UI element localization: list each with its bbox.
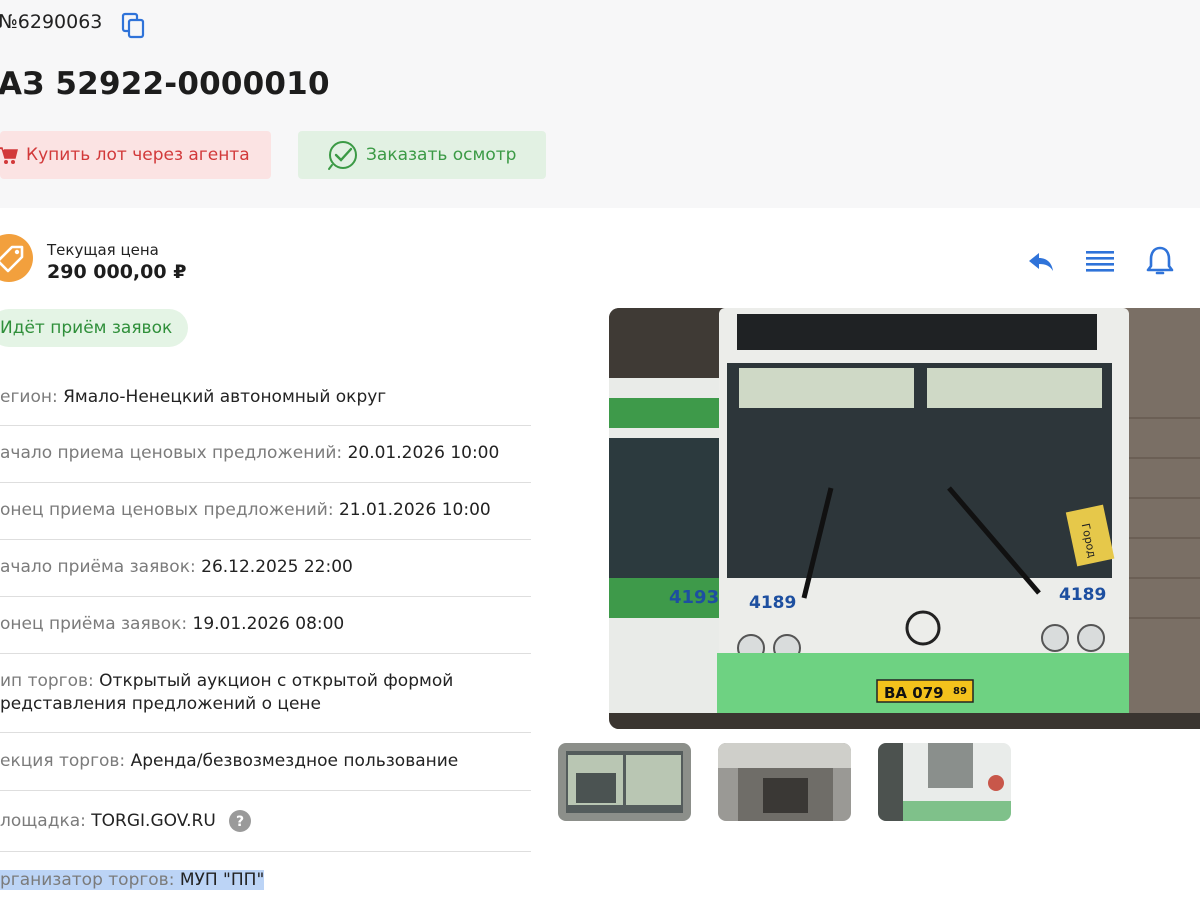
detail-key: онец приема ценовых предложений: [0,500,334,520]
detail-value: 26.12.2025 22:00 [201,557,353,577]
detail-value: Ямало-Ненецкий автономный округ [63,387,387,407]
detail-organizer: рганизатор торгов: МУП "ПП" [0,852,531,902]
lot-header: №6290063 АЗ 52922-0000010 Купить лот чер… [0,0,1200,208]
lot-main-photo[interactable]: 4193 Город 4189 4189 ВА 079 89 [609,308,1200,729]
thumbnail-1[interactable] [558,743,691,821]
photo-plate-region: 89 [953,686,967,697]
price-tag-icon [0,234,33,282]
detail-bid-start: ачало приема ценовых предложений: 20.01.… [0,426,531,483]
buy-via-agent-button[interactable]: Купить лот через агента [0,131,271,179]
detail-value: 20.01.2026 10:00 [347,443,500,463]
detail-value: 19.01.2026 08:00 [192,614,345,634]
copy-icon[interactable] [121,12,147,40]
help-icon[interactable]: ? [229,810,252,832]
detail-application-start: ачало приёма заявок: 26.12.2025 22:00 [0,540,531,597]
order-inspection-button[interactable]: Заказать осмотр [298,131,546,179]
detail-value: 21.01.2026 10:00 [338,500,491,520]
detail-key: егион: [0,387,58,407]
status-badge: Идёт приём заявок [0,309,189,347]
detail-value: Открытый аукцион с открытой формой [99,671,454,691]
inspect-button-label: Заказать осмотр [366,145,517,165]
photo-plate: ВА 079 [884,684,944,702]
detail-value-cont: редставления предложений о цене [0,694,321,714]
check-circle-icon [328,141,357,170]
lot-title: АЗ 52922-0000010 [0,66,330,102]
detail-value: TORGI.GOV.RU [91,811,216,831]
detail-value: Аренда/безвозмездное пользование [130,751,459,771]
detail-application-end: онец приёма заявок: 19.01.2026 08:00 [0,597,531,654]
detail-key: ип торгов: [0,671,94,691]
reply-icon[interactable] [1025,245,1057,277]
detail-key: екция торгов: [0,751,126,771]
cart-icon [0,147,18,164]
detail-key: ачало приема ценовых предложений: [0,443,343,463]
photo-bus-number-right: 4189 [1059,585,1106,605]
lot-details: егион: Ямало-Ненецкий автономный округ а… [0,369,531,902]
photo-bus-number-left: 4189 [749,593,796,613]
lot-number: №6290063 [0,11,103,33]
detail-value: МУП "ПП" [179,870,265,890]
buy-button-label: Купить лот через агента [26,145,250,165]
detail-key: рганизатор торгов: [0,870,175,890]
detail-auction-type: ип торгов: Открытый аукцион с открытой ф… [0,654,531,733]
list-icon[interactable] [1084,245,1116,277]
detail-key: онец приёма заявок: [0,614,188,634]
detail-auction-section: екция торгов: Аренда/безвозмездное польз… [0,733,531,791]
thumbnail-3[interactable] [878,743,1011,821]
photo-side-number: 4193 [669,587,719,608]
price-value: 290 000,00 ₽ [47,261,187,283]
detail-platform: лощадка: TORGI.GOV.RU ? [0,791,531,852]
price-label: Текущая цена [47,241,159,259]
detail-bid-end: онец приема ценовых предложений: 21.01.2… [0,483,531,540]
svg-text:?: ? [236,814,244,830]
thumbnail-2[interactable] [718,743,851,821]
bell-icon[interactable] [1144,245,1176,277]
detail-key: лощадка: [0,811,86,831]
detail-key: ачало приёма заявок: [0,557,196,577]
detail-region: егион: Ямало-Ненецкий автономный округ [0,369,531,426]
